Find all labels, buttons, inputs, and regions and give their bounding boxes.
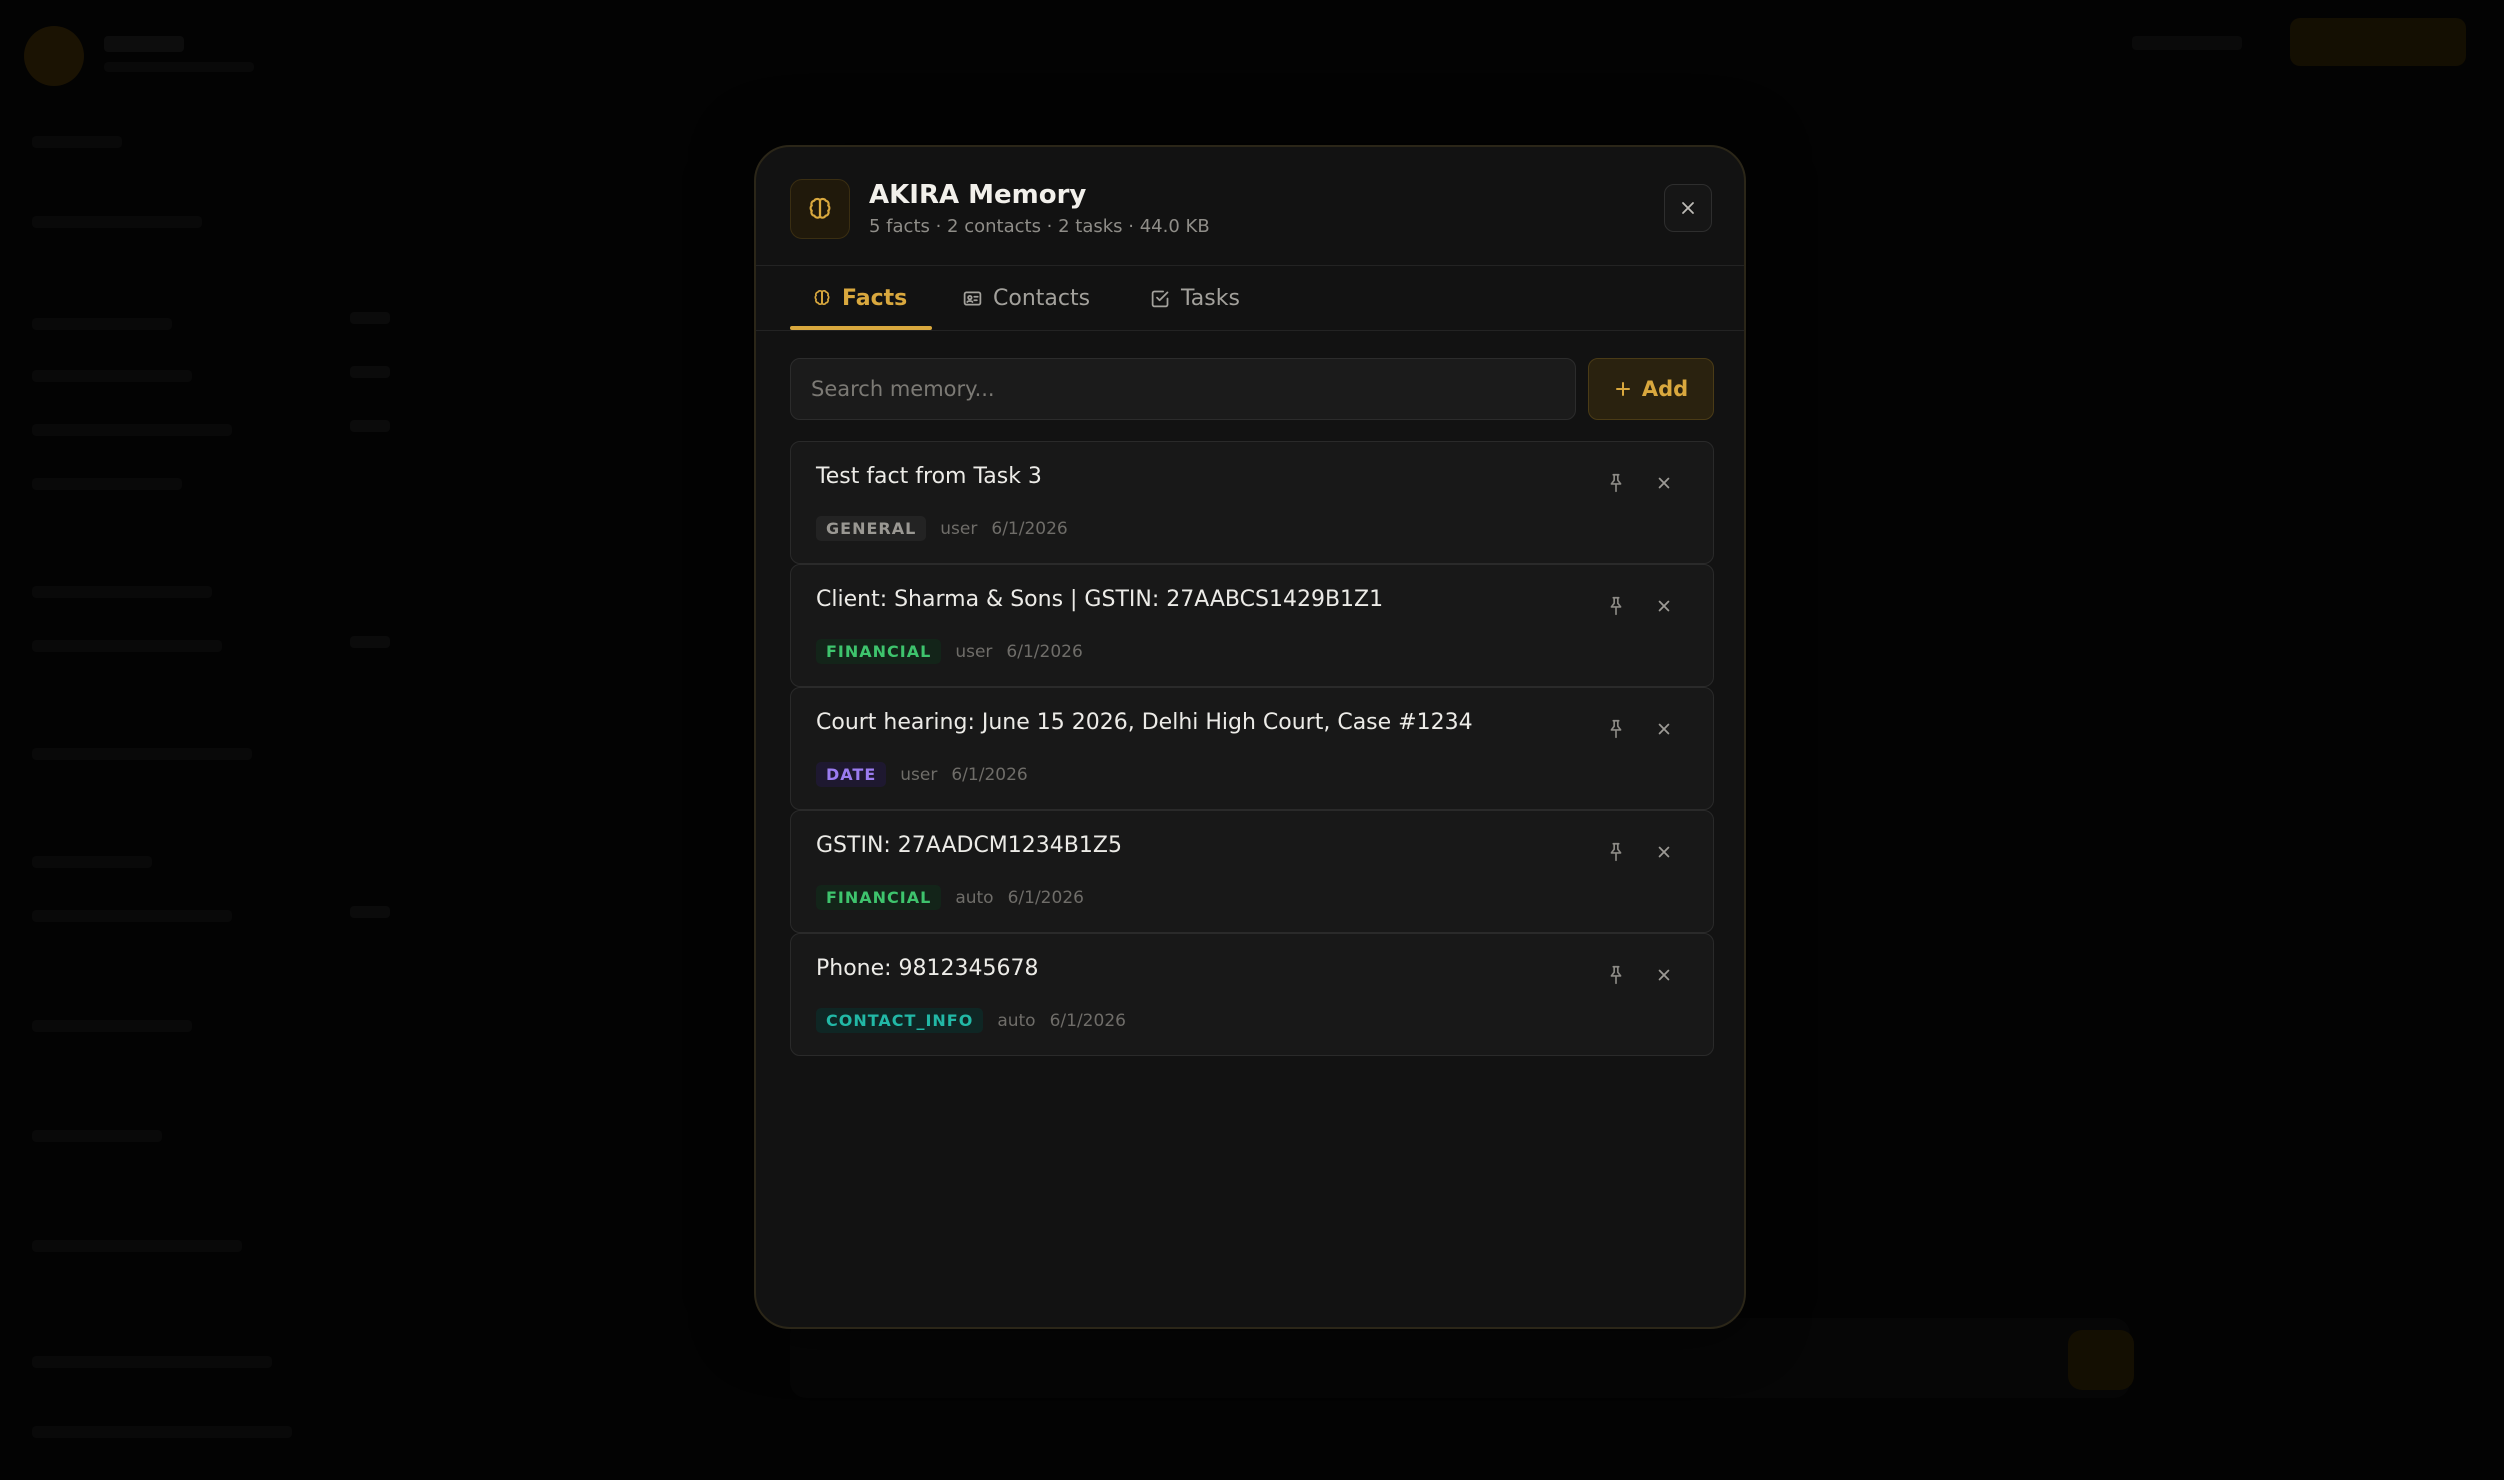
add-label: Add (1641, 377, 1689, 401)
delete-fact-button[interactable] (1647, 466, 1681, 500)
pin-button[interactable] (1599, 589, 1633, 623)
tab-bar: Facts Contacts Tasks (756, 266, 1744, 331)
close-icon (1658, 723, 1670, 735)
fact-text: GSTIN: 27AADCM1234B1Z5 (816, 833, 1122, 858)
pin-icon (1610, 719, 1622, 739)
checkbox-icon (1151, 290, 1169, 307)
close-icon (1658, 969, 1670, 981)
fact-card: Phone: 9812345678 CONTACT_INFO auto 6/1/… (790, 933, 1714, 1056)
tab-label: Tasks (1181, 285, 1240, 311)
category-tag: FINANCIAL (816, 639, 942, 664)
fact-source: user (955, 641, 993, 662)
fact-card: GSTIN: 27AADCM1234B1Z5 FINANCIAL auto 6/… (790, 810, 1714, 933)
modal-header: AKIRA Memory 5 facts · 2 contacts · 2 ta… (756, 147, 1744, 266)
pin-button[interactable] (1599, 712, 1633, 746)
pin-button[interactable] (1599, 958, 1633, 992)
delete-fact-button[interactable] (1647, 958, 1681, 992)
fact-meta: FINANCIAL user 6/1/2026 (816, 639, 1083, 664)
brain-icon (790, 179, 850, 239)
close-icon (1682, 202, 1694, 214)
fact-card: Court hearing: June 15 2026, Delhi High … (790, 687, 1714, 810)
fact-source: user (940, 518, 978, 539)
close-icon (1658, 600, 1670, 612)
tab-label: Contacts (993, 285, 1091, 311)
tab-label: Facts (842, 285, 908, 311)
fact-text: Test fact from Task 3 (816, 464, 1042, 489)
pin-button[interactable] (1599, 466, 1633, 500)
category-tag: CONTACT_INFO (816, 1008, 984, 1033)
search-input[interactable] (790, 358, 1576, 420)
active-tab-indicator (790, 326, 932, 330)
fact-text: Phone: 9812345678 (816, 956, 1039, 981)
close-icon (1658, 477, 1670, 489)
fact-meta: FINANCIAL auto 6/1/2026 (816, 885, 1084, 910)
fact-meta: CONTACT_INFO auto 6/1/2026 (816, 1008, 1126, 1033)
delete-fact-button[interactable] (1647, 589, 1681, 623)
fact-text: Client: Sharma & Sons | GSTIN: 27AABCS14… (816, 587, 1384, 612)
pin-icon (1610, 473, 1622, 493)
fact-card: Client: Sharma & Sons | GSTIN: 27AABCS14… (790, 564, 1714, 687)
pin-icon (1610, 596, 1622, 616)
fact-date: 6/1/2026 (1007, 887, 1084, 908)
brain-icon (814, 290, 830, 306)
fact-source: auto (955, 887, 994, 908)
fact-meta: GENERAL user 6/1/2026 (816, 516, 1068, 541)
plus-icon (1615, 382, 1630, 396)
contact-card-icon (963, 291, 982, 305)
delete-fact-button[interactable] (1647, 712, 1681, 746)
delete-fact-button[interactable] (1647, 835, 1681, 869)
tab-tasks[interactable]: Tasks (1150, 266, 1240, 330)
add-fact-button[interactable]: Add (1588, 358, 1714, 420)
fact-card: Test fact from Task 3 GENERAL user 6/1/2… (790, 441, 1714, 564)
tab-facts[interactable]: Facts (812, 266, 907, 330)
facts-list: Test fact from Task 3 GENERAL user 6/1/2… (790, 441, 1714, 1056)
category-tag: DATE (816, 762, 887, 787)
pin-icon (1610, 965, 1622, 985)
close-modal-button[interactable] (1664, 184, 1712, 232)
modal-stats: 5 facts · 2 contacts · 2 tasks · 44.0 KB (869, 216, 1210, 237)
memory-modal: AKIRA Memory 5 facts · 2 contacts · 2 ta… (754, 145, 1746, 1329)
fact-meta: DATE user 6/1/2026 (816, 762, 1028, 787)
fact-source: auto (997, 1010, 1036, 1031)
pin-button[interactable] (1599, 835, 1633, 869)
close-icon (1658, 846, 1670, 858)
fact-date: 6/1/2026 (1049, 1010, 1126, 1031)
category-tag: GENERAL (816, 516, 927, 541)
category-tag: FINANCIAL (816, 885, 942, 910)
fact-date: 6/1/2026 (951, 764, 1028, 785)
tab-contacts[interactable]: Contacts (962, 266, 1090, 330)
fact-date: 6/1/2026 (1006, 641, 1083, 662)
fact-source: user (900, 764, 938, 785)
modal-title: AKIRA Memory (869, 180, 1087, 210)
fact-date: 6/1/2026 (991, 518, 1068, 539)
fact-text: Court hearing: June 15 2026, Delhi High … (816, 710, 1473, 735)
pin-icon (1610, 842, 1622, 862)
